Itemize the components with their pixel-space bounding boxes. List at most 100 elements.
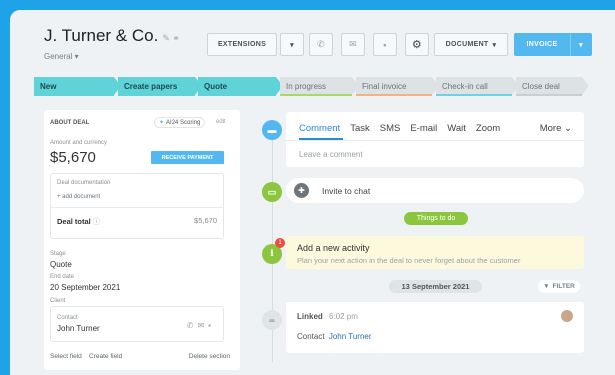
stage-create-papers[interactable]: Create papers	[118, 77, 202, 96]
activity-editor: Comment Task SMS E-mail Wait Zoom More ⌄ Leav…	[286, 112, 584, 167]
create-field-link[interactable]: Create field	[89, 353, 122, 360]
deal-title-text: J. Turner & Co.	[44, 26, 159, 45]
email-button[interactable]: ✉	[341, 33, 365, 56]
document-label: DOCUMENT	[445, 41, 489, 48]
stage-check-in-call[interactable]: Check-in call	[436, 77, 519, 96]
about-deal-card: ABOUT DEAL ✦ AI24 Scoring edit Amount and…	[44, 110, 240, 370]
contact-name[interactable]: John Turner	[57, 324, 100, 333]
client-contact-box: Contact John Turner ✆✉▪	[50, 306, 224, 342]
stage-underline	[356, 94, 432, 96]
linked-entry-card: Linked 6:02 pm Contact John Turner	[286, 302, 584, 353]
stage-close-deal[interactable]: Close deal	[516, 77, 589, 96]
chat-button[interactable]: ▪	[373, 33, 397, 56]
caret-down-icon: ▾	[579, 41, 583, 49]
gear-icon: ⚙	[411, 39, 423, 51]
add-document-link[interactable]: + add document	[57, 194, 100, 200]
linked-contact-link[interactable]: John Turner	[329, 332, 372, 341]
avatar	[561, 310, 573, 322]
ai-scoring-badge[interactable]: ✦ AI24 Scoring	[154, 117, 206, 128]
document-button[interactable]: DOCUMENT ▾	[434, 33, 508, 56]
sparkle-icon: ✦	[159, 120, 165, 126]
extensions-dropdown-button[interactable]: ▾	[280, 33, 304, 56]
stage-underline	[516, 94, 582, 96]
caret-down-icon: ▾	[290, 41, 294, 49]
more-label: More	[539, 123, 562, 134]
stage-label: Close deal	[522, 82, 560, 91]
chevron-down-icon: ⌄	[564, 123, 572, 134]
delete-section-link[interactable]: Delete section	[189, 353, 230, 360]
link-icon: ∞	[269, 315, 275, 325]
about-deal-title: ABOUT DEAL	[50, 120, 90, 126]
edit-link[interactable]: edit	[216, 119, 226, 125]
comment-input[interactable]: Leave a comment	[299, 150, 363, 159]
linked-contact: Contact John Turner	[297, 332, 372, 341]
tab-sms[interactable]: SMS	[380, 123, 401, 134]
pipeline-selector[interactable]: General ▾	[44, 52, 79, 61]
stage-label: Final invoice	[362, 82, 407, 91]
extensions-button[interactable]: EXTENSIONS	[207, 33, 277, 56]
add-activity-card[interactable]: Add a new activity Plan your next action…	[286, 236, 584, 269]
tab-comment[interactable]: Comment	[299, 123, 340, 134]
tab-zoom[interactable]: Zoom	[476, 123, 500, 134]
stage-quote[interactable]: Quote	[198, 77, 283, 96]
linked-header: Linked 6:02 pm	[297, 312, 358, 321]
stage-final-invoice[interactable]: Final invoice	[356, 77, 439, 96]
add-activity-title: Add a new activity	[297, 243, 370, 253]
stage-new[interactable]: New	[34, 77, 121, 96]
mail-icon[interactable]: ✉	[197, 321, 208, 330]
mail-icon: ✉	[349, 39, 357, 49]
call-button[interactable]: ✆	[309, 33, 333, 56]
deal-total-label: Deal total ⓘ	[57, 216, 100, 227]
phone-icon[interactable]: ✆	[187, 321, 198, 330]
filter-icon: ▼	[543, 283, 550, 290]
stage-label: In progress	[286, 82, 327, 91]
filter-button[interactable]: ▼ FILTER	[538, 280, 580, 293]
deal-total-value: $5,670	[194, 216, 217, 225]
notification-badge: 1	[275, 238, 285, 248]
tab-email[interactable]: E-mail	[410, 123, 437, 134]
linked-label: Linked	[297, 312, 323, 321]
contact-actions: ✆✉▪	[187, 321, 215, 330]
client-label: Client	[50, 298, 66, 304]
linked-time: 6:02 pm	[329, 312, 358, 321]
stage-in-progress[interactable]: In progress	[280, 77, 359, 96]
stage-label: Stage	[50, 251, 66, 257]
receive-payment-button[interactable]: RECEIVE PAYMENT	[151, 151, 224, 164]
tab-task[interactable]: Task	[350, 123, 370, 134]
more-tabs-button[interactable]: More ⌄	[540, 123, 572, 134]
tab-wait[interactable]: Wait	[447, 123, 466, 134]
linked-dot: ∞	[262, 310, 282, 330]
chat-dot: ▭	[262, 182, 282, 202]
info-icon: ⓘ	[92, 217, 101, 226]
comment-dot: ▬	[262, 120, 282, 140]
chevron-down-icon: ▾	[492, 41, 497, 49]
stage-underline	[280, 94, 352, 96]
chat-icon[interactable]: ▪	[208, 321, 215, 330]
settings-button[interactable]: ⚙	[405, 33, 429, 56]
deal-amount: $5,670	[50, 149, 96, 166]
contact-label: Contact	[57, 315, 78, 321]
end-date-value: 20 September 2021	[50, 283, 121, 292]
invoice-dropdown-button[interactable]: ▾	[570, 33, 592, 56]
stage-label: Check-in call	[442, 82, 488, 91]
invoice-button[interactable]: INVOICE	[514, 33, 570, 56]
scoring-label: AI24 Scoring	[166, 119, 201, 126]
add-activity-desc: Plan your next action in the deal to nev…	[297, 256, 521, 265]
invite-label: Invite to chat	[322, 186, 371, 196]
edit-title-icon[interactable]: ✎ ⚭	[162, 33, 180, 43]
filter-label: FILTER	[552, 283, 575, 290]
divider	[286, 140, 584, 141]
stage-value: Quote	[50, 260, 72, 269]
deal-total-text: Deal total	[57, 217, 91, 226]
info-icon: i	[270, 249, 274, 259]
add-user-icon: ✚	[294, 183, 309, 198]
chat-icon: ▪	[383, 39, 387, 50]
chat-icon: ▭	[267, 186, 277, 197]
invite-to-chat-bar[interactable]: ✚ Invite to chat	[286, 178, 584, 203]
select-field-link[interactable]: Select field	[50, 353, 82, 360]
divider	[51, 207, 223, 208]
deal-window: J. Turner & Co. ✎ ⚭ General ▾ EXTENSIONS …	[10, 10, 615, 375]
date-separator: 13 September 2021	[389, 280, 482, 293]
deal-documentation-box: Deal documentation + add document Deal t…	[50, 173, 224, 239]
activity-tabs: Comment Task SMS E-mail Wait Zoom	[299, 123, 510, 134]
